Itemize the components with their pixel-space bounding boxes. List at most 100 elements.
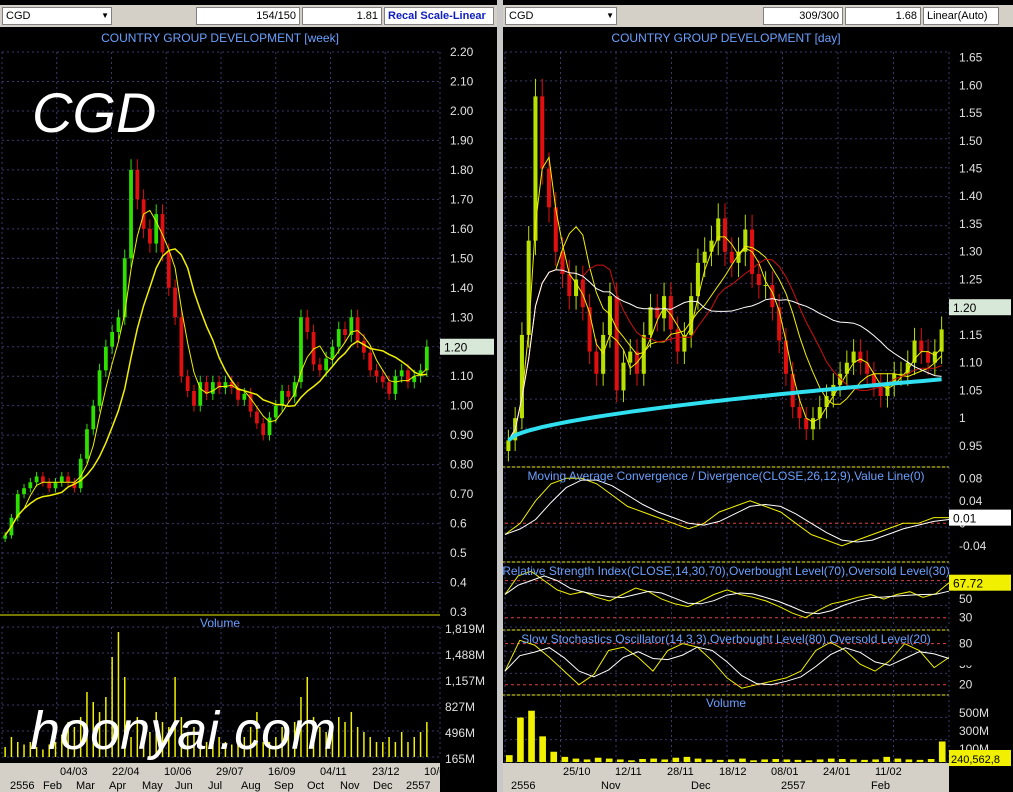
daily-candle (702, 251, 707, 263)
volume-bar (605, 758, 613, 762)
price-tick-label: 1.30 (450, 310, 474, 324)
volume-bar (905, 759, 913, 762)
price-tick-label: 1.80 (450, 163, 474, 177)
volume-bar (739, 758, 746, 762)
weekly-candle (192, 390, 196, 406)
daily-candle (851, 351, 856, 363)
weekly-candle (28, 482, 33, 489)
weekly-candle (387, 382, 391, 394)
volume-bar (894, 758, 902, 762)
volume-bar (750, 760, 757, 762)
weekly-candle (166, 252, 171, 288)
price-tick-label: 1.05 (959, 383, 983, 397)
logo-text: CGD (32, 81, 157, 144)
price-tick-label: 1.10 (959, 356, 983, 370)
right-symbol-select[interactable]: CGD ▼ (505, 7, 617, 25)
daily-candle (858, 351, 863, 363)
volume-bar (716, 759, 724, 762)
right-toolbar: CGD ▼ 309/300 1.68 Linear(Auto) (503, 5, 1013, 27)
price-tick-label: 1.60 (450, 222, 474, 236)
volume-bar (827, 758, 835, 762)
macd-title: Moving Average Convergence / Divergence(… (527, 469, 924, 483)
daily-chart-svg: COUNTRY GROUP DEVELOPMENT [day] 1.65 1.60 1… (503, 27, 1011, 792)
left-toolbar: CGD ▼ 154/150 1.81 Recal Scale-Linear (0, 5, 497, 27)
volume-bar (761, 759, 768, 762)
price-tick-label: 1.40 (450, 281, 474, 295)
price-tick-label: 1.60 (959, 78, 983, 92)
weekly-candle (355, 317, 360, 341)
volume-tick-label: 1,819M (445, 622, 485, 636)
daily-candle (641, 334, 646, 374)
weekly-candle (179, 317, 184, 377)
price-tick-label: 1.25 (959, 272, 983, 286)
volume-bar (927, 759, 935, 762)
price-tick-label: 0.6 (450, 517, 467, 531)
price-tick-label: 1.30 (959, 245, 983, 259)
volume-bar (572, 758, 580, 762)
price-tick-label: 0.80 (450, 458, 474, 472)
weekly-candle (47, 482, 52, 489)
volume-bar (839, 759, 846, 762)
weekly-candle (223, 382, 228, 388)
rsi-tick-label: 30 (959, 611, 973, 625)
volume-bar (506, 755, 513, 762)
volume-tick-label: 827M (445, 700, 475, 714)
price-tick-label: 1.35 (959, 217, 983, 231)
weekly-candle (110, 332, 115, 347)
date-label: 04/11 (320, 766, 347, 778)
volume-bar (672, 757, 680, 762)
weekly-candle (286, 390, 291, 397)
volume-bar (583, 759, 591, 762)
volume-bar (517, 717, 524, 762)
date-label: 29/07 (216, 766, 244, 778)
volume-bar (861, 759, 868, 762)
volume-bar (539, 736, 546, 762)
daily-candle (601, 334, 606, 374)
daily-candle (621, 362, 626, 391)
macd-value-label: 0.01 (953, 512, 977, 526)
month-label: Aug (241, 780, 261, 792)
daily-candle (885, 384, 890, 396)
current-price-label: 1.20 (444, 341, 468, 355)
right-scale-button[interactable]: Linear(Auto) (923, 7, 999, 25)
volume-bar (683, 756, 691, 762)
daily-candle (580, 279, 585, 308)
volume-bar (783, 759, 791, 762)
daily-candle (526, 240, 531, 335)
macd-tick-label: 0.04 (959, 494, 983, 508)
price-tick-label: 1.50 (959, 134, 983, 148)
weekly-candle (380, 376, 385, 383)
date-label: 28/11 (667, 766, 694, 778)
weekly-candle (135, 169, 140, 200)
month-label: 2556 (511, 780, 535, 792)
volume-bar (661, 759, 669, 762)
month-label: Apr (109, 780, 126, 792)
weekly-candle (116, 317, 121, 332)
price-tick-label: 0.5 (450, 546, 467, 560)
left-scale-button[interactable]: Recal Scale-Linear (384, 7, 494, 25)
weekly-candle (324, 358, 329, 371)
date-label: 12/11 (615, 766, 642, 778)
volume-title: Volume (706, 696, 746, 710)
weekly-chart-panel: CGD ▼ 154/150 1.81 Recal Scale-Linear CO… (0, 0, 497, 792)
date-label: 22/04 (112, 766, 140, 778)
daily-candle (756, 273, 761, 286)
volume-bar (850, 759, 857, 762)
weekly-candle (66, 476, 70, 483)
left-symbol-select[interactable]: CGD ▼ (2, 7, 112, 25)
volume-bar (883, 756, 891, 762)
month-label: Dec (691, 780, 711, 792)
volume-bar (772, 759, 780, 762)
weekly-candle (148, 228, 152, 244)
volume-bar (639, 759, 646, 762)
macd-tick-label: 0.08 (959, 471, 983, 485)
daily-candle (506, 440, 511, 452)
weekly-candle (53, 482, 58, 489)
price-tick-label: 2.10 (450, 74, 474, 88)
volume-value-label: 240,562,8 (951, 754, 1000, 766)
volume-bar (594, 757, 602, 762)
weekly-candle (59, 476, 64, 483)
month-label: Nov (340, 780, 360, 792)
current-price-label: 1.20 (953, 301, 977, 315)
weekly-candle (242, 393, 247, 400)
